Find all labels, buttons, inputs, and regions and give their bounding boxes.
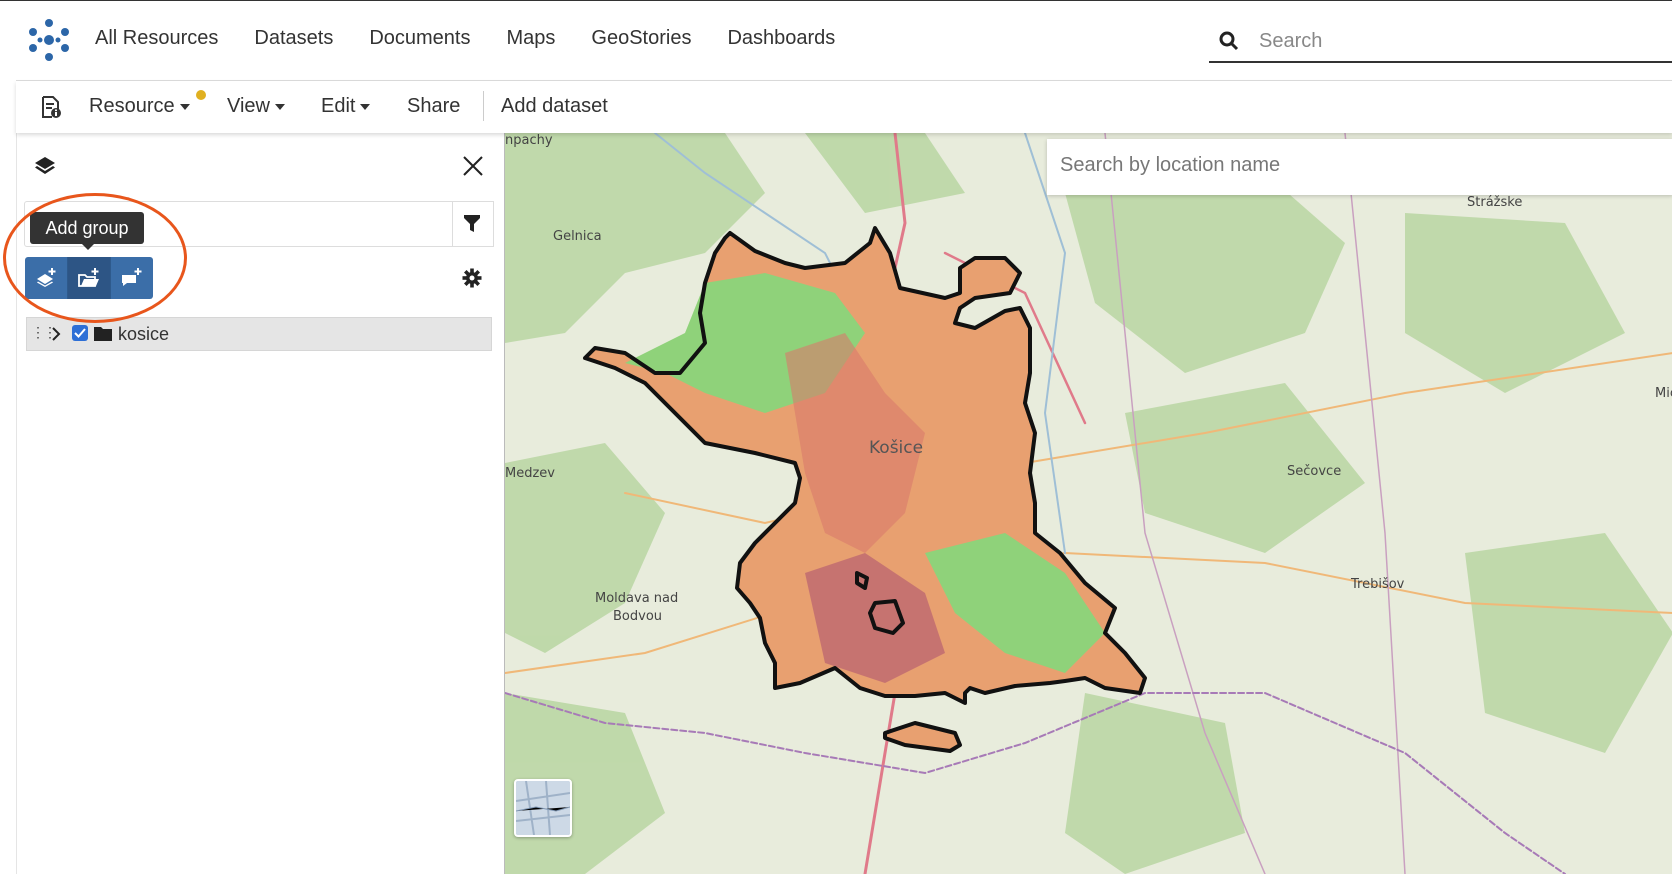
map-label-town: npachy [505, 133, 553, 148]
map-label-town: Bodvou [613, 609, 663, 624]
layers-panel: Add group ⋮⋮ [3, 133, 505, 874]
resource-menu-label: Resource [89, 95, 175, 117]
nav-dashboards[interactable]: Dashboards [727, 27, 835, 50]
edit-menu-label: Edit [321, 95, 356, 117]
resource-info-icon[interactable] [40, 95, 62, 119]
global-search [1209, 21, 1672, 63]
basemap-switcher-thumbnail[interactable] [514, 779, 572, 837]
add-dataset-button[interactable]: Add dataset [501, 95, 608, 118]
map-label-town: Strážske [1467, 195, 1523, 210]
map-label-town: Trebišov [1351, 577, 1405, 592]
resource-menu[interactable]: Resource [89, 95, 190, 118]
map-label-town: Moldava nad [595, 591, 679, 606]
nav-maps[interactable]: Maps [506, 27, 555, 50]
close-icon[interactable] [462, 155, 484, 177]
map-canvas[interactable] [505, 133, 1672, 874]
location-search-input[interactable] [1058, 153, 1642, 178]
filter-button[interactable] [451, 201, 494, 247]
location-search-box [1047, 139, 1672, 195]
nav-geostories[interactable]: GeoStories [591, 27, 691, 50]
map-label-town: Gelnica [553, 229, 602, 244]
basemap-thumbnail-icon [516, 781, 570, 835]
layers-icon [35, 157, 55, 174]
map-label-town: Sečovce [1287, 464, 1342, 479]
annotation-highlight-circle [3, 193, 187, 323]
map-label-city: Košice [869, 438, 924, 458]
view-menu-label: View [227, 95, 270, 117]
map-view[interactable]: npachy Gelnica Strážske Mic Medzev Košic… [504, 133, 1672, 874]
nav-documents[interactable]: Documents [369, 27, 470, 50]
chevron-right-icon[interactable] [51, 326, 61, 342]
checkmark-icon [74, 328, 86, 338]
chevron-down-icon [275, 103, 285, 110]
toolbar-divider [483, 91, 484, 121]
folder-icon [94, 327, 112, 341]
nav-datasets[interactable]: Datasets [254, 27, 333, 50]
resource-toolbar: Resource View Edit Share Add dataset [16, 81, 1672, 133]
view-menu[interactable]: View [227, 95, 285, 118]
notification-dot [196, 90, 206, 100]
share-button[interactable]: Share [407, 95, 460, 118]
map-label-town: Medzev [505, 466, 555, 481]
chevron-down-icon [360, 103, 371, 110]
filter-icon [464, 215, 480, 232]
geonode-logo-icon[interactable] [26, 17, 72, 63]
map-label-town: Mic [1655, 386, 1672, 401]
chevron-down-icon [179, 103, 190, 110]
layer-group-label: kosice [118, 324, 170, 344]
layer-visibility-checkbox[interactable] [72, 325, 88, 341]
global-search-input[interactable] [1257, 25, 1661, 57]
nav-all-resources[interactable]: All Resources [95, 27, 218, 50]
edit-menu[interactable]: Edit [321, 95, 371, 118]
top-navbar: All Resources Datasets Documents Maps Ge… [16, 1, 1672, 81]
search-icon[interactable] [1219, 31, 1239, 51]
gear-icon[interactable] [462, 268, 482, 288]
